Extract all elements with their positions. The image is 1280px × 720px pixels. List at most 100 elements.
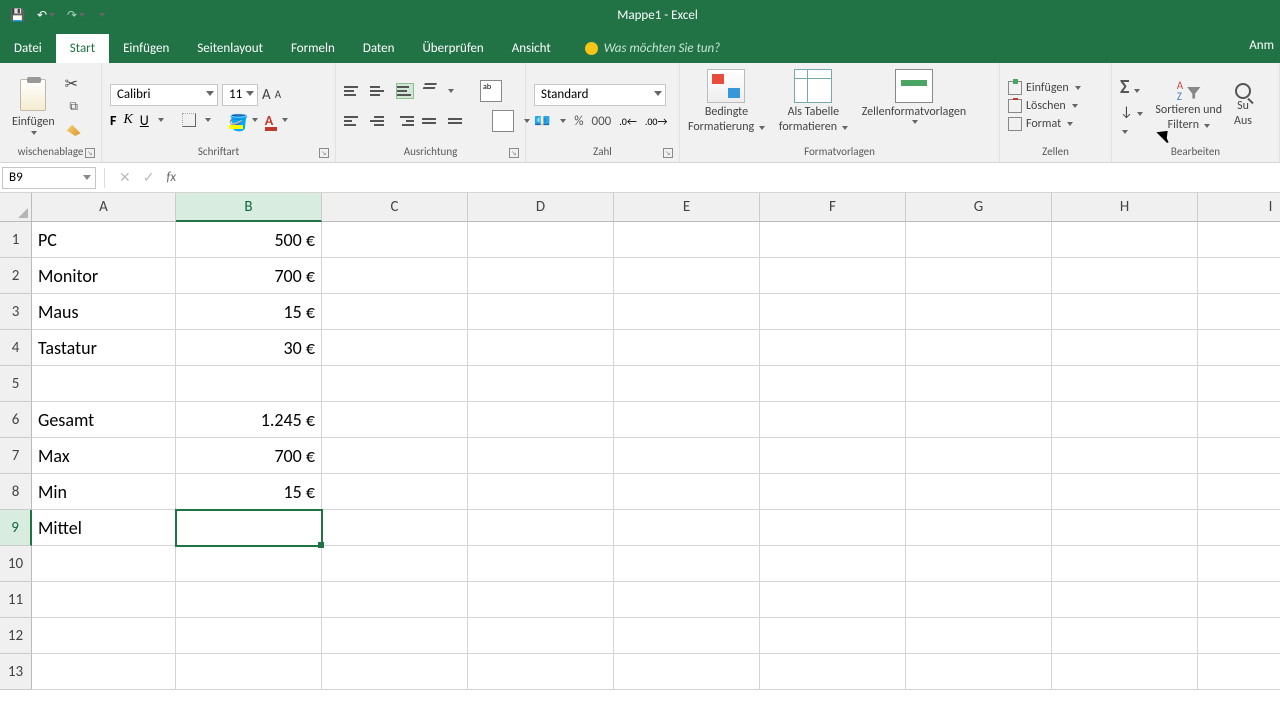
paste-button[interactable]: Einfügen [8, 77, 59, 135]
clear-button[interactable] [1120, 124, 1143, 138]
cell-G6[interactable] [906, 402, 1052, 438]
dialog-launcher-icon[interactable]: ↘ [663, 148, 673, 158]
align-bottom-icon[interactable] [396, 83, 414, 99]
row-header-3[interactable]: 3 [0, 294, 32, 330]
cell-G13[interactable] [906, 654, 1052, 690]
cell-H4[interactable] [1052, 330, 1198, 366]
cell-A1[interactable]: PC [32, 222, 176, 258]
cell-F12[interactable] [760, 618, 906, 654]
fx-icon[interactable]: fx [166, 170, 176, 185]
cell-H8[interactable] [1052, 474, 1198, 510]
increase-decimal-icon[interactable]: .0← [619, 115, 637, 128]
increase-font-icon[interactable]: A [262, 86, 271, 104]
cell-C13[interactable] [322, 654, 468, 690]
align-top-icon[interactable] [344, 83, 362, 99]
cell-H1[interactable] [1052, 222, 1198, 258]
underline-button[interactable]: U [140, 112, 149, 129]
cell-I12[interactable] [1198, 618, 1280, 654]
align-right-icon[interactable] [396, 113, 414, 129]
save-icon[interactable]: 💾 [10, 8, 25, 23]
cell-H13[interactable] [1052, 654, 1198, 690]
cell-I2[interactable] [1198, 258, 1280, 294]
accept-formula-icon[interactable]: ✓ [143, 169, 155, 186]
cell-H10[interactable] [1052, 546, 1198, 582]
column-header-B[interactable]: B [176, 193, 322, 222]
orientation-icon[interactable] [419, 83, 441, 99]
font-size-combo[interactable]: 11 [222, 84, 258, 106]
cell-B9[interactable] [176, 510, 322, 546]
align-middle-icon[interactable] [370, 83, 388, 99]
cell-H3[interactable] [1052, 294, 1198, 330]
cell-G10[interactable] [906, 546, 1052, 582]
formula-input[interactable] [182, 167, 1280, 189]
cell-A10[interactable] [32, 546, 176, 582]
cell-E6[interactable] [614, 402, 760, 438]
cell-D9[interactable] [468, 510, 614, 546]
cell-B5[interactable] [176, 366, 322, 402]
increase-indent-icon[interactable] [448, 113, 466, 129]
cell-F4[interactable] [760, 330, 906, 366]
cell-D2[interactable] [468, 258, 614, 294]
merge-center-icon[interactable] [492, 110, 514, 132]
cell-E12[interactable] [614, 618, 760, 654]
cell-C3[interactable] [322, 294, 468, 330]
cell-F10[interactable] [760, 546, 906, 582]
column-header-C[interactable]: C [322, 193, 468, 222]
cell-F2[interactable] [760, 258, 906, 294]
cell-A5[interactable] [32, 366, 176, 402]
cell-A7[interactable]: Max [32, 438, 176, 474]
row-header-2[interactable]: 2 [0, 258, 32, 294]
cell-A6[interactable]: Gesamt [32, 402, 176, 438]
tab-view[interactable]: Ansicht [498, 34, 565, 63]
cell-B4[interactable]: 30 € [176, 330, 322, 366]
cell-D12[interactable] [468, 618, 614, 654]
cell-F7[interactable] [760, 438, 906, 474]
copy-icon[interactable]: ⧉ [65, 98, 83, 116]
tab-review[interactable]: Überprüfen [408, 34, 497, 63]
account-label[interactable]: Anm [1249, 38, 1274, 53]
cell-G12[interactable] [906, 618, 1052, 654]
row-header-9[interactable]: 9 [0, 510, 32, 546]
cell-C8[interactable] [322, 474, 468, 510]
cell-C1[interactable] [322, 222, 468, 258]
cell-A13[interactable] [32, 654, 176, 690]
fill-button[interactable]: ↓ [1120, 103, 1143, 120]
column-header-D[interactable]: D [468, 193, 614, 222]
cell-F9[interactable] [760, 510, 906, 546]
cell-C12[interactable] [322, 618, 468, 654]
align-left-icon[interactable] [344, 113, 362, 129]
cell-C2[interactable] [322, 258, 468, 294]
find-select-button[interactable]: Su Aus [1234, 83, 1252, 129]
cell-D5[interactable] [468, 366, 614, 402]
cell-D10[interactable] [468, 546, 614, 582]
cell-C5[interactable] [322, 366, 468, 402]
cell-E10[interactable] [614, 546, 760, 582]
format-cells-button[interactable]: Format [1008, 117, 1081, 131]
cell-F6[interactable] [760, 402, 906, 438]
delete-cells-button[interactable]: Löschen [1008, 99, 1081, 113]
cell-E8[interactable] [614, 474, 760, 510]
cell-F1[interactable] [760, 222, 906, 258]
cell-B13[interactable] [176, 654, 322, 690]
cell-D13[interactable] [468, 654, 614, 690]
cell-E5[interactable] [614, 366, 760, 402]
tab-formulas[interactable]: Formeln [277, 34, 349, 63]
italic-button[interactable]: K [123, 112, 132, 128]
cell-A12[interactable] [32, 618, 176, 654]
row-header-10[interactable]: 10 [0, 546, 32, 582]
cell-G1[interactable] [906, 222, 1052, 258]
cell-D6[interactable] [468, 402, 614, 438]
number-format-combo[interactable]: Standard [534, 84, 666, 106]
cell-E7[interactable] [614, 438, 760, 474]
cell-E9[interactable] [614, 510, 760, 546]
cancel-formula-icon[interactable]: ✕ [119, 169, 131, 186]
cell-styles-button[interactable]: Zellenformatvorlagen [862, 69, 966, 124]
cell-F13[interactable] [760, 654, 906, 690]
cell-A11[interactable] [32, 582, 176, 618]
sort-filter-button[interactable]: Sortieren und Filtern [1155, 79, 1222, 133]
cell-I13[interactable] [1198, 654, 1280, 690]
autosum-button[interactable]: Σ [1120, 75, 1143, 99]
cell-H2[interactable] [1052, 258, 1198, 294]
dialog-launcher-icon[interactable]: ↘ [85, 148, 95, 158]
cell-G5[interactable] [906, 366, 1052, 402]
